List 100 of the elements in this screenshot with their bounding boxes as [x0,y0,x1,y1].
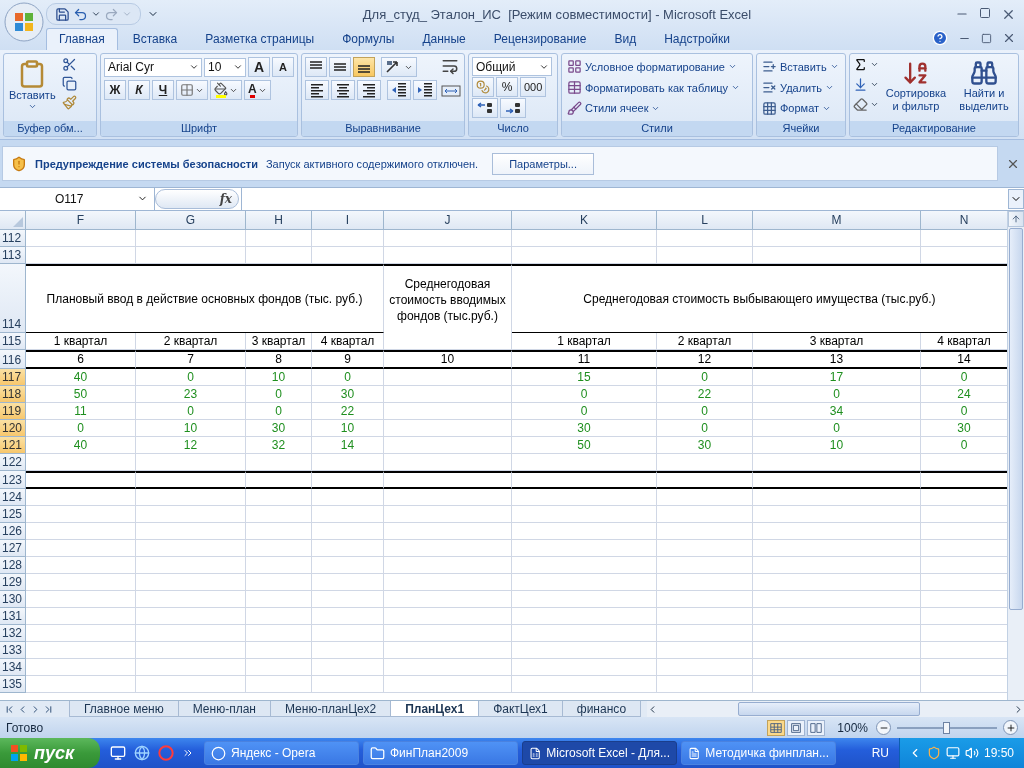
empty-cell[interactable] [512,470,657,489]
brush-icon[interactable] [61,95,77,110]
percent-button[interactable]: % [496,77,518,97]
grow-font-button[interactable]: A [248,57,270,77]
cut-icon[interactable] [61,57,77,72]
styles-menu-button[interactable]: Стили ячеек [565,98,743,118]
styles-menu-button[interactable]: Форматировать как таблицу [565,77,743,98]
ribbon-tab[interactable]: Вид [601,28,650,50]
vertical-align-button[interactable] [305,57,327,77]
align-center-button[interactable] [331,80,355,100]
first-sheet-icon[interactable] [4,703,15,715]
options-button[interactable]: Параметры... [492,152,594,175]
taskbar-button[interactable]: Яндекс - Opera [204,741,359,765]
borders-button[interactable] [176,80,208,100]
empty-cell[interactable] [384,470,512,489]
close-icon[interactable] [1002,31,1016,45]
cells-menu-button[interactable]: Удалить [760,77,841,98]
office-logo-button[interactable] [4,2,44,42]
shrink-font-button[interactable]: A [272,57,294,77]
expand-formula-button[interactable] [1008,188,1024,209]
view-button[interactable] [807,719,826,736]
start-button[interactable]: пуск [0,738,100,768]
eraser-icon[interactable] [853,97,868,112]
ribbon-tab[interactable]: Данные [409,28,479,50]
view-button[interactable] [787,719,806,736]
caret-icon[interactable] [870,80,879,89]
name-box[interactable]: O117 [0,188,155,210]
scroll-right-icon[interactable] [1013,703,1024,715]
sheet-tab[interactable]: Меню-планЦех2 [269,701,392,718]
vertical-scrollbar[interactable] [1007,210,1024,701]
shield-icon[interactable] [926,746,941,760]
row-header[interactable]: 114 [0,263,26,333]
cells-menu-button[interactable]: Формат [760,98,841,118]
taskbar-button[interactable]: ФинПлан2009 [363,741,518,765]
align-left-button[interactable] [305,80,329,100]
fill-color-button[interactable] [210,80,242,100]
styles-menu-button[interactable]: Условное форматирование [565,57,743,77]
sum-icon[interactable] [853,57,868,72]
sheet-tab[interactable]: финансо [561,701,642,718]
italic-button[interactable]: К [128,80,150,100]
ribbon-tab[interactable]: Рецензирование [480,28,600,50]
last-sheet-icon[interactable] [43,703,54,715]
font-name-field[interactable]: Arial Cyr [104,57,202,77]
caret-icon[interactable] [870,60,879,69]
taskbar-button[interactable]: Методичка финплан... [681,741,836,765]
language-indicator[interactable]: RU [871,746,889,760]
caret-icon[interactable] [870,100,879,109]
paste-button[interactable]: Вставить [7,57,58,118]
caret-icon[interactable] [91,9,101,19]
wrap-text-icon[interactable] [441,57,459,75]
help-icon[interactable] [932,30,948,46]
underline-button[interactable]: Ч [152,80,174,100]
empty-cell[interactable] [657,470,753,489]
scroll-thumb[interactable] [738,702,921,717]
maximize-icon[interactable] [979,6,991,19]
zoom-in-button[interactable] [1003,720,1018,736]
font-size-field[interactable]: 10 [204,57,246,77]
empty-cell[interactable] [246,470,312,489]
fill-down-icon[interactable] [853,77,868,92]
bold-button[interactable]: Ж [104,80,126,100]
copy-icon[interactable] [61,76,77,91]
decrease-indent-button[interactable] [387,80,411,100]
vertical-align-button[interactable] [329,57,351,77]
sheet-tab[interactable]: Меню-план [177,701,271,718]
thousands-button[interactable]: 000 [520,77,547,97]
number-format-field[interactable]: Общий [472,57,552,76]
cells-menu-button[interactable]: Вставить [760,57,841,77]
font-color-button[interactable]: A [244,80,271,100]
ribbon-tab[interactable]: Главная [46,28,118,50]
align-right-button[interactable] [357,80,381,100]
orientation-button[interactable] [381,57,417,77]
restore-icon[interactable] [981,32,992,44]
insert-function-button[interactable]: fx [155,188,239,209]
increase-decimal-button[interactable] [472,98,498,118]
sheet-tab[interactable]: Главное меню [69,701,179,718]
increase-indent-button[interactable] [413,80,437,100]
globe-icon[interactable] [134,745,150,761]
more-icon[interactable] [182,747,194,759]
redo-icon[interactable] [104,6,119,22]
scroll-thumb[interactable] [1009,227,1023,610]
find-select-button[interactable]: Найти и выделить [953,57,1015,118]
horizontal-scrollbar[interactable] [647,701,1024,718]
sheet-tab[interactable]: ФактЦех1 [478,701,563,718]
save-icon[interactable] [55,6,70,22]
ribbon-tab[interactable]: Вставка [119,28,191,50]
sheet-tab[interactable]: ПланЦех1 [390,701,480,718]
vertical-align-button[interactable] [353,57,375,77]
ring-icon[interactable] [158,745,174,761]
empty-cell[interactable] [753,470,921,489]
zoom-out-button[interactable] [876,720,891,736]
sort-filter-button[interactable]: Сортировка и фильтр [883,57,949,118]
merge-icon[interactable] [441,83,461,99]
decrease-decimal-button[interactable] [500,98,526,118]
empty-cell[interactable] [312,470,384,489]
view-button[interactable] [767,719,786,736]
slider-thumb[interactable] [943,721,950,734]
desktop-icon[interactable] [110,745,126,761]
taskbar-button[interactable]: Microsoft Excel - Для... [522,741,677,765]
ribbon-tab[interactable]: Формулы [329,28,408,50]
ribbon-tab[interactable]: Надстройки [651,28,743,50]
